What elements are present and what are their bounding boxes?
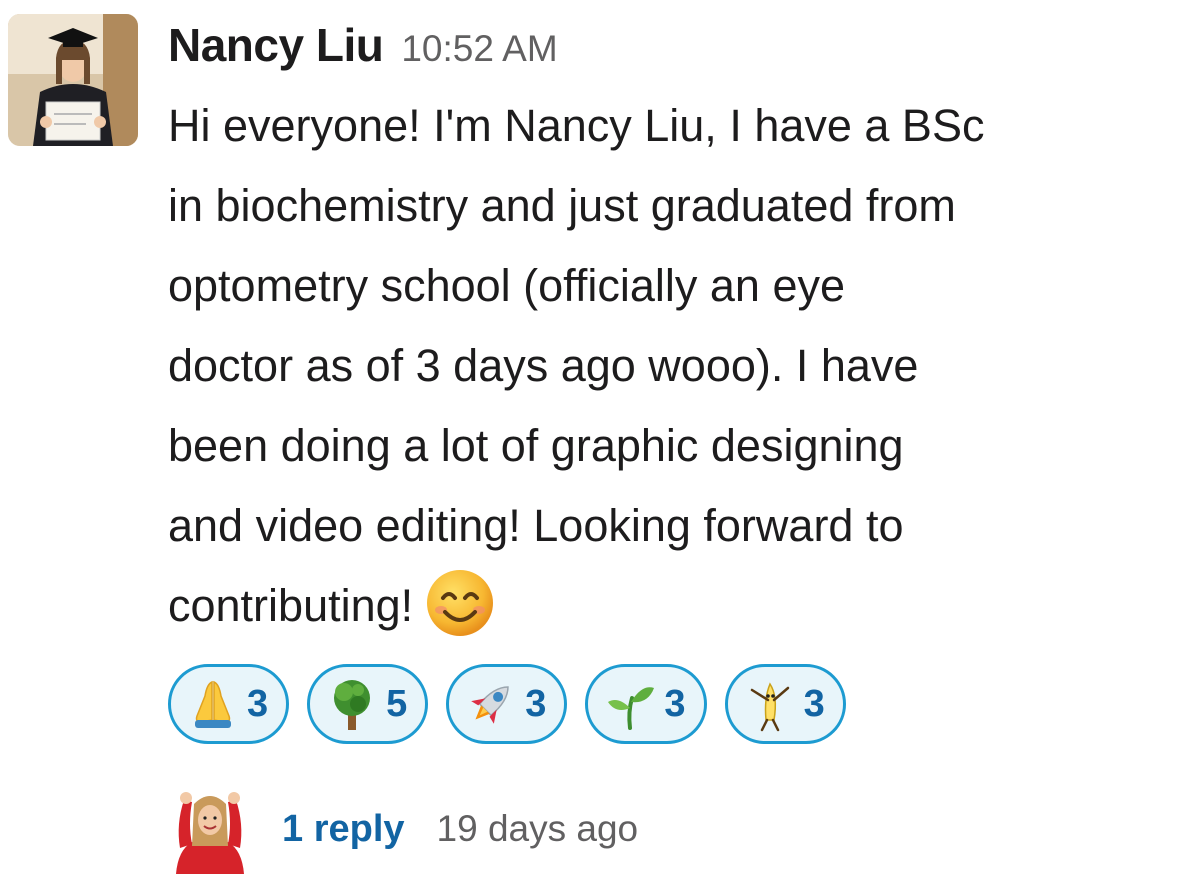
reaction-count: 3 bbox=[803, 682, 825, 725]
message-line: and video editing! Looking forward to bbox=[168, 500, 904, 551]
sender-name[interactable]: Nancy Liu bbox=[168, 18, 384, 72]
reaction-dancing-banana[interactable]: 3 bbox=[724, 664, 846, 744]
message-text: Hi everyone! I'm Nancy Liu, I have a BSc… bbox=[168, 86, 1158, 646]
last-reply-time: 19 days ago bbox=[436, 808, 639, 849]
reaction-count: 3 bbox=[664, 682, 686, 725]
message-header: Nancy Liu 10:52 AM bbox=[168, 18, 1178, 80]
reply-count-link[interactable]: 1 reply bbox=[282, 808, 405, 851]
seedling-icon bbox=[608, 687, 655, 730]
reaction-folded-hands[interactable]: 3 bbox=[168, 664, 290, 744]
message-body: Nancy Liu 10:52 AM Hi everyone! I'm Nanc… bbox=[168, 18, 1178, 646]
message-line: been doing a lot of graphic designing bbox=[168, 420, 904, 471]
message-line-text: contributing! bbox=[168, 580, 414, 631]
message-line-last: contributing! bbox=[168, 566, 1158, 646]
deciduous-tree-icon bbox=[334, 680, 371, 730]
message-line: doctor as of 3 days ago wooo). I have bbox=[168, 340, 919, 391]
message-timestamp[interactable]: 10:52 AM bbox=[401, 28, 557, 70]
thread-summary[interactable]: 1 reply 19 days ago bbox=[170, 784, 638, 874]
message-line: Hi everyone! I'm Nancy Liu, I have a BSc bbox=[168, 100, 985, 151]
reaction-count: 3 bbox=[247, 682, 269, 725]
reaction-count: 5 bbox=[386, 682, 408, 725]
smiling-face-emoji-icon bbox=[427, 570, 494, 637]
dancing-banana-icon bbox=[750, 682, 789, 732]
reaction-count: 3 bbox=[525, 682, 547, 725]
message-line: optometry school (officially an eye bbox=[168, 260, 845, 311]
message: Nancy Liu 10:52 AM Hi everyone! I'm Nanc… bbox=[0, 0, 1200, 883]
sender-avatar[interactable] bbox=[8, 14, 138, 146]
rocket-icon bbox=[471, 686, 510, 724]
reaction-deciduous-tree[interactable]: 5 bbox=[307, 664, 429, 744]
message-line: in biochemistry and just graduated from bbox=[168, 180, 956, 231]
folded-hands-icon bbox=[195, 680, 231, 728]
reaction-rocket[interactable]: 3 bbox=[446, 664, 568, 744]
reply-avatar[interactable] bbox=[170, 784, 250, 874]
reactions-bar: 3 5 3 3 3 bbox=[168, 664, 846, 744]
reaction-seedling[interactable]: 3 bbox=[585, 664, 707, 744]
